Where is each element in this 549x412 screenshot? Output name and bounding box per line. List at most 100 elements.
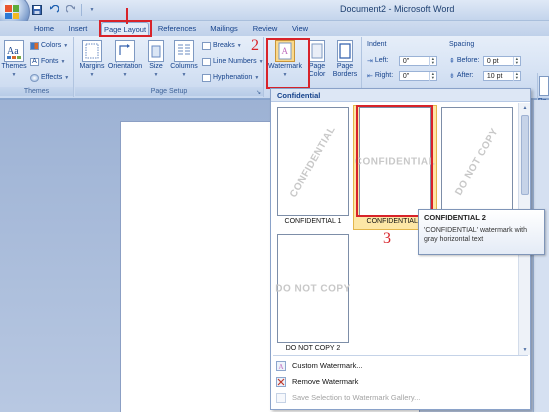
spacing-after: ⇟ After: 10 pt ▲ ▼ <box>449 70 521 81</box>
chevron-down-icon: ▼ <box>153 72 159 78</box>
watermark-tooltip: CONFIDENTIAL 2 'CONFIDENTIAL' watermark … <box>418 209 545 255</box>
window-title: Document2 - Microsoft Word <box>340 4 455 14</box>
step-number-two: 2 <box>251 37 259 54</box>
spacing-after-label: After: <box>456 72 474 79</box>
chevron-down-icon: ▼ <box>64 75 70 81</box>
remove-watermark-menu-item[interactable]: Remove Watermark <box>273 374 528 389</box>
indent-right-icon: ⇤ <box>367 72 373 80</box>
watermark-label-do-not-copy-2: DO NOT COPY 2 <box>285 345 341 352</box>
watermark-thumbnail-do-not-copy-2[interactable]: DO NOT COPY <box>275 234 350 343</box>
indent-right-input[interactable]: 0" ▲ ▼ <box>398 70 437 81</box>
columns-icon <box>174 40 194 62</box>
position-icon[interactable] <box>539 76 549 96</box>
chevron-down-icon: ▼ <box>236 43 242 49</box>
page-color-icon <box>309 40 325 62</box>
watermark-label: Watermark <box>268 63 302 70</box>
page-setup-group: Margins ▼ Orientation ▼ Size ▼ Columns ▼ <box>75 37 264 97</box>
spin-arrows-icon[interactable]: ▲ ▼ <box>512 56 520 66</box>
columns-button[interactable]: Columns ▼ <box>169 40 199 79</box>
redo-icon[interactable] <box>64 3 78 17</box>
size-label: Size <box>149 63 163 70</box>
themes-button[interactable]: Aa Themes ▼ <box>1 40 27 79</box>
spacing-after-value: 10 pt <box>486 72 503 80</box>
tab-view[interactable]: View <box>287 22 313 36</box>
page-color-label-1: Page <box>308 63 326 70</box>
indent-left-label: Left: <box>374 57 389 64</box>
watermark-thumbnail-confidential-1[interactable]: CONFIDENTIAL <box>277 107 349 216</box>
tooltip-title: CONFIDENTIAL 2 <box>424 213 486 222</box>
vertical-scrollbar[interactable] <box>533 100 549 412</box>
svg-text:A: A <box>279 363 284 370</box>
custom-watermark-menu-item[interactable]: A Custom Watermark... <box>273 358 528 373</box>
ribbon-tabs: Home Insert Page Layout References Maili… <box>0 21 549 36</box>
gallery-section-header: Confidential <box>271 89 530 102</box>
orientation-button[interactable]: Orientation ▼ <box>107 40 143 79</box>
tab-review[interactable]: Review <box>250 22 280 36</box>
scroll-up-icon[interactable]: ▲ <box>519 103 531 113</box>
spacing-before-icon: ⇞ <box>449 57 455 65</box>
save-selection-menu-item: Save Selection to Watermark Gallery... <box>273 390 528 405</box>
chevron-down-icon: ▼ <box>122 72 128 78</box>
margins-button[interactable]: Margins ▼ <box>78 40 106 79</box>
themes-icon: Aa <box>4 40 24 62</box>
breaks-icon <box>202 42 211 50</box>
spacing-before-input[interactable]: 0 pt ▲ ▼ <box>482 55 521 66</box>
chevron-down-icon: ▼ <box>89 72 95 78</box>
tab-home[interactable]: Home <box>30 22 58 36</box>
line-numbers-label: Line Numbers <box>213 58 257 65</box>
customize-toolbar-icon[interactable]: ▼ <box>85 3 99 17</box>
watermark-preview-text: CONFIDENTIAL <box>354 156 436 167</box>
save-icon[interactable] <box>30 3 44 17</box>
watermark-preview-text: CONFIDENTIAL <box>288 123 338 200</box>
hyphenation-icon <box>202 74 211 82</box>
undo-icon[interactable] <box>47 3 61 17</box>
spacing-before-label: Before: <box>456 57 480 64</box>
scroll-down-icon[interactable]: ▼ <box>519 345 531 355</box>
size-button[interactable]: Size ▼ <box>146 40 166 79</box>
tab-references[interactable]: References <box>155 22 199 36</box>
spacing-after-icon: ⇟ <box>449 72 455 80</box>
page-color-button[interactable]: Page Color <box>307 40 327 79</box>
spin-arrows-icon[interactable]: ▲ ▼ <box>428 56 436 66</box>
effects-label: Effects <box>41 74 63 81</box>
watermark-button[interactable]: A Watermark ▼ <box>268 40 302 79</box>
line-numbers-button[interactable]: Line Numbers ▼ <box>202 57 264 67</box>
tab-page-layout[interactable]: Page Layout <box>101 22 149 36</box>
tooltip-description: 'CONFIDENTIAL' watermark with gray horiz… <box>424 227 528 243</box>
watermark-thumbnail-do-not-copy-1[interactable]: DO NOT COPY <box>441 107 513 216</box>
page-color-label-2: Color <box>308 71 326 78</box>
tab-mailings[interactable]: Mailings <box>206 22 242 36</box>
breaks-label: Breaks <box>213 42 235 49</box>
theme-colors-button[interactable]: Colors ▼ <box>30 41 68 51</box>
tab-insert[interactable]: Insert <box>62 22 94 36</box>
dialog-launcher-icon[interactable]: ↘ <box>256 89 261 96</box>
scroll-thumb[interactable] <box>521 115 529 195</box>
line-numbers-icon <box>202 58 211 66</box>
theme-fonts-button[interactable]: A Fonts ▼ <box>30 57 65 67</box>
remove-watermark-label: Remove Watermark <box>292 377 359 386</box>
themes-group-label: Themes <box>0 87 73 96</box>
breaks-button[interactable]: Breaks ▼ <box>202 41 242 51</box>
svg-text:Aa: Aa <box>7 46 19 57</box>
watermark-preview-text: DO NOT COPY <box>453 126 501 197</box>
fonts-icon: A <box>30 58 39 66</box>
watermark-thumbnail-confidential-2[interactable]: CONFIDENTIAL <box>355 107 435 216</box>
hyphenation-label: Hyphenation <box>213 74 253 81</box>
theme-effects-button[interactable]: Effects ▼ <box>30 73 69 83</box>
menu-separator <box>273 355 528 356</box>
spin-arrows-icon[interactable]: ▲ ▼ <box>428 71 436 81</box>
indent-left: ⇥ Left: 0" ▲ ▼ <box>367 55 437 66</box>
indent-left-input[interactable]: 0" ▲ ▼ <box>398 55 437 66</box>
indent-right-value: 0" <box>402 72 410 80</box>
page-borders-label-1: Page <box>336 63 354 70</box>
hyphenation-button[interactable]: Hyphenation ▼ <box>202 73 259 83</box>
columns-label: Columns <box>170 63 198 70</box>
fonts-label: Fonts <box>41 58 59 65</box>
save-selection-icon <box>276 392 286 403</box>
spacing-after-input[interactable]: 10 pt ▲ ▼ <box>482 70 521 81</box>
spin-arrows-icon[interactable]: ▲ ▼ <box>512 71 520 81</box>
office-logo-icon <box>5 5 19 19</box>
colors-icon <box>30 42 39 50</box>
quick-access-toolbar: ▼ <box>30 3 99 17</box>
page-borders-button[interactable]: Page Borders <box>331 40 359 79</box>
